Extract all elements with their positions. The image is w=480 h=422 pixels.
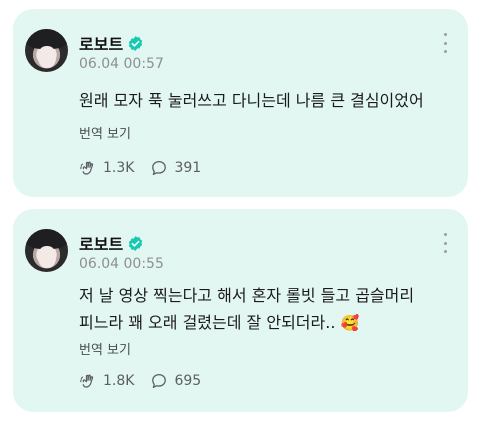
author-name[interactable]: 로보트 [79,231,144,255]
avatar[interactable] [25,29,68,72]
post-actions: 1.3K 391 [79,159,201,177]
verified-badge-icon [129,235,143,251]
post-text: 저 날 영상 찍는다고 해서 혼자 롤빗 들고 곱슬머리 피느라 꽤 오래 걸렸… [79,282,454,337]
post-card[interactable]: 로보트 06.04 00:57 원래 모자 푹 눌러쓰고 다니는데 나름 큰 결… [13,9,468,197]
comment-count: 695 [174,373,202,389]
comment-count: 391 [174,160,202,176]
like-count: 1.3K [103,160,135,176]
translate-link[interactable]: 번역 보기 [79,339,131,358]
post-text: 원래 모자 푹 눌러쓰고 다니는데 나름 큰 결심이었어 [79,91,424,110]
post-timestamp: 06.04 00:57 [79,56,164,72]
wave-hand-icon [80,161,94,175]
wave-hand-icon [80,374,94,388]
smiling-hearts-emoji: 🥰 [340,314,360,332]
post-actions: 1.8K 695 [79,372,201,390]
avatar-face [38,246,56,268]
avatar-face [38,46,56,68]
like-button[interactable]: 1.3K [79,159,134,177]
like-button[interactable]: 1.8K [79,372,134,390]
post-card[interactable]: 로보트 06.04 00:55 저 날 영상 찍는다고 해서 혼자 롤빗 들고 … [13,209,468,412]
more-options-icon[interactable] [442,33,448,53]
more-options-icon[interactable] [442,233,448,253]
comment-bubble-icon [152,373,167,389]
author-name-text: 로보트 [79,235,124,254]
comment-button[interactable]: 695 [150,372,201,390]
verified-badge-icon [129,35,143,51]
comment-bubble-icon [152,160,167,176]
comment-button[interactable]: 391 [150,159,201,177]
author-name-text: 로보트 [79,35,124,54]
translate-link[interactable]: 번역 보기 [79,123,131,142]
avatar[interactable] [25,229,68,272]
like-count: 1.8K [103,373,135,389]
post-timestamp: 06.04 00:55 [79,256,164,272]
post-feed: 로보트 06.04 00:57 원래 모자 푹 눌러쓰고 다니는데 나름 큰 결… [0,0,480,422]
author-name[interactable]: 로보트 [79,31,144,55]
post-text-body: 저 날 영상 찍는다고 해서 혼자 롤빗 들고 곱슬머리 피느라 꽤 오래 걸렸… [79,286,415,332]
